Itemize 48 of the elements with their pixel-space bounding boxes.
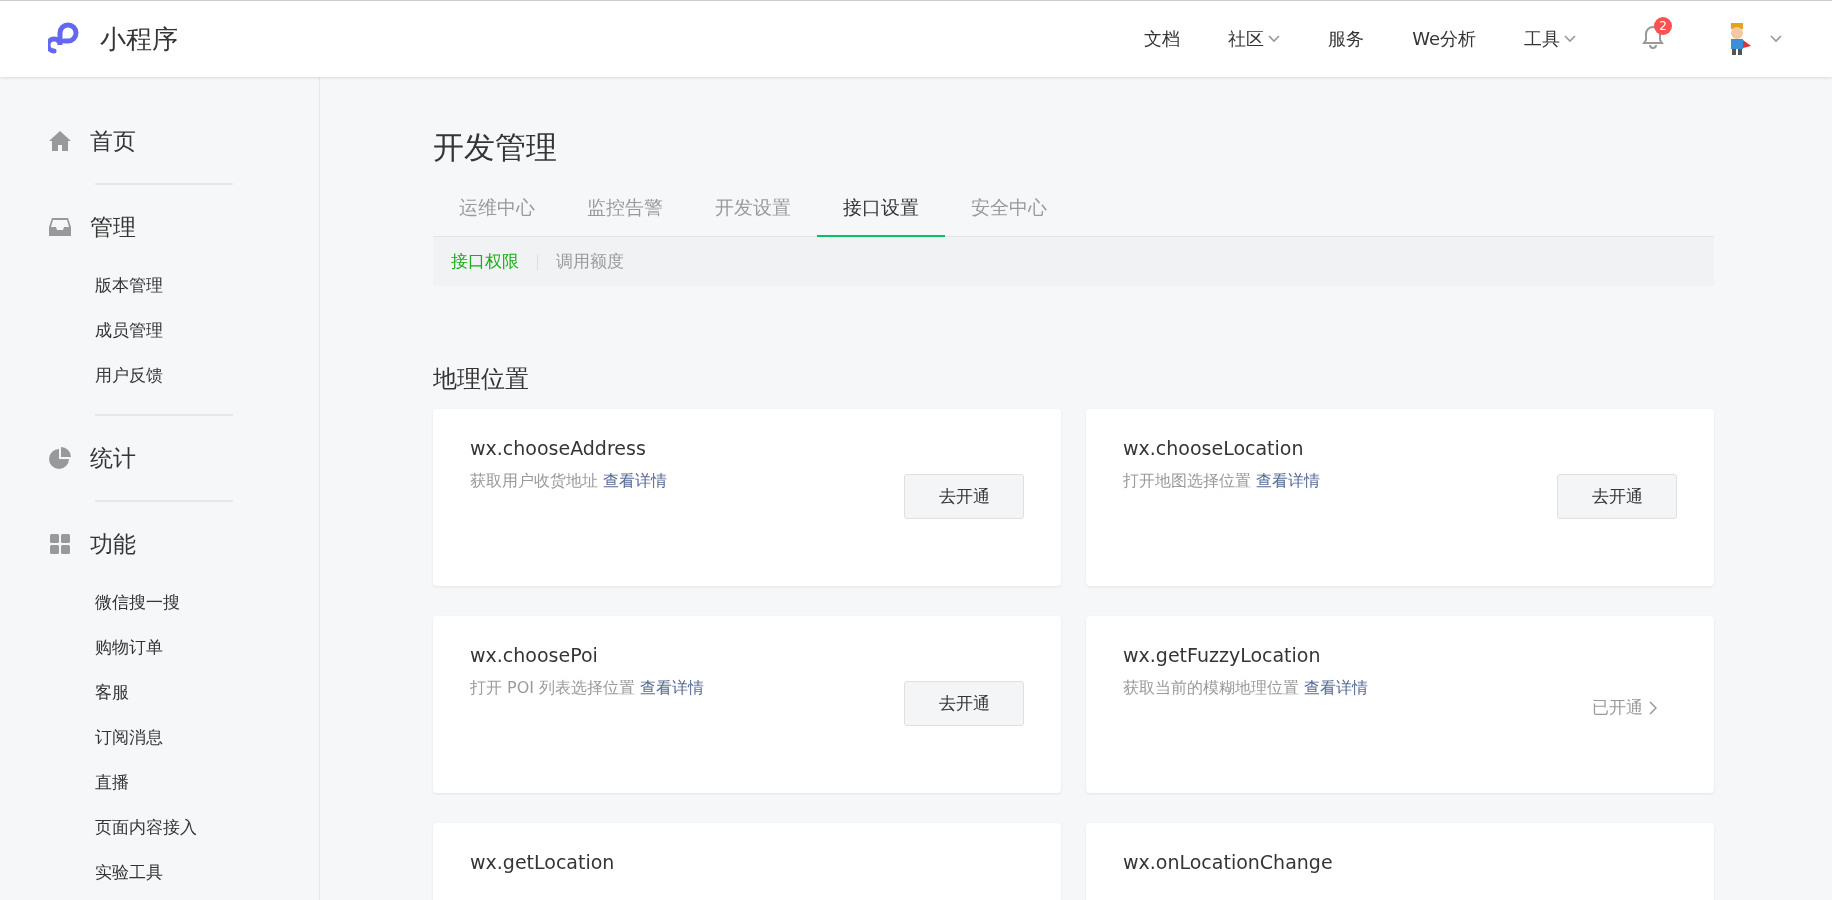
details-link[interactable]: 查看详情 <box>1304 678 1369 697</box>
chevron-right-icon <box>1649 700 1657 715</box>
section-icon <box>48 532 72 556</box>
chevron-icon <box>1770 35 1782 43</box>
chevron-icon <box>1268 35 1281 43</box>
enable-button[interactable]: 去开通 <box>1557 474 1677 519</box>
api-name: wx.getLocation <box>470 851 615 873</box>
sidebar-item[interactable]: 成员管理 <box>0 308 319 353</box>
sidebar-item[interactable]: 微信搜一搜 <box>0 580 319 625</box>
api-description: 打开 POI 列表选择位置 查看详情 <box>470 678 705 699</box>
chevron-icon <box>1564 35 1576 43</box>
notification-badge: 2 <box>1654 17 1672 35</box>
enable-button[interactable]: 去开通 <box>904 681 1024 726</box>
nav-link[interactable]: 文档 <box>1144 27 1181 51</box>
sidebar-item[interactable]: 直播 <box>0 760 319 805</box>
api-name: wx.chooseLocation <box>1123 437 1305 459</box>
sidebar-item[interactable]: 页面内容接入 <box>0 805 319 850</box>
enable-button[interactable]: 去开通 <box>904 474 1024 519</box>
sidebar-section[interactable]: 管理 <box>48 191 319 263</box>
sidebar-item[interactable]: 实验工具 <box>0 850 319 895</box>
sidebar-item[interactable]: 购物订单 <box>0 625 319 670</box>
app-title: 小程序 <box>100 22 178 56</box>
api-description: 获取当前的模糊地理位置 查看详情 <box>1123 678 1369 699</box>
nav-link[interactable]: We分析 <box>1412 27 1476 51</box>
sidebar-item[interactable]: 用户反馈 <box>0 353 319 398</box>
section-icon <box>48 129 72 153</box>
details-link[interactable]: 查看详情 <box>1256 471 1321 490</box>
section-icon <box>48 215 72 239</box>
nav-link[interactable]: 工具 <box>1524 27 1576 51</box>
api-name: wx.getFuzzyLocation <box>1123 644 1322 666</box>
nav-link[interactable]: 服务 <box>1328 27 1365 51</box>
page-title: 开发管理 <box>433 128 558 167</box>
api-description: 打开地图选择位置 查看详情 <box>1123 471 1321 492</box>
api-name: wx.choosePoi <box>470 644 599 666</box>
details-link[interactable]: 查看详情 <box>640 678 705 697</box>
section-icon <box>48 446 72 470</box>
sidebar-item[interactable]: 版本管理 <box>0 263 319 308</box>
details-link[interactable]: 查看详情 <box>603 471 668 490</box>
sidebar-section[interactable]: 首页 <box>48 105 319 177</box>
api-name: wx.chooseAddress <box>470 437 647 459</box>
sidebar-item[interactable]: 客服 <box>0 670 319 715</box>
section-title: 地理位置 <box>433 364 530 395</box>
sidebar-item[interactable]: 订阅消息 <box>0 715 319 760</box>
sidebar-section[interactable]: 功能 <box>48 508 319 580</box>
api-name: wx.onLocationChange <box>1123 851 1333 873</box>
sidebar-section[interactable]: 统计 <box>48 422 319 494</box>
api-description: 获取用户收货地址 查看详情 <box>470 471 668 492</box>
nav-link[interactable]: 社区 <box>1228 27 1281 51</box>
